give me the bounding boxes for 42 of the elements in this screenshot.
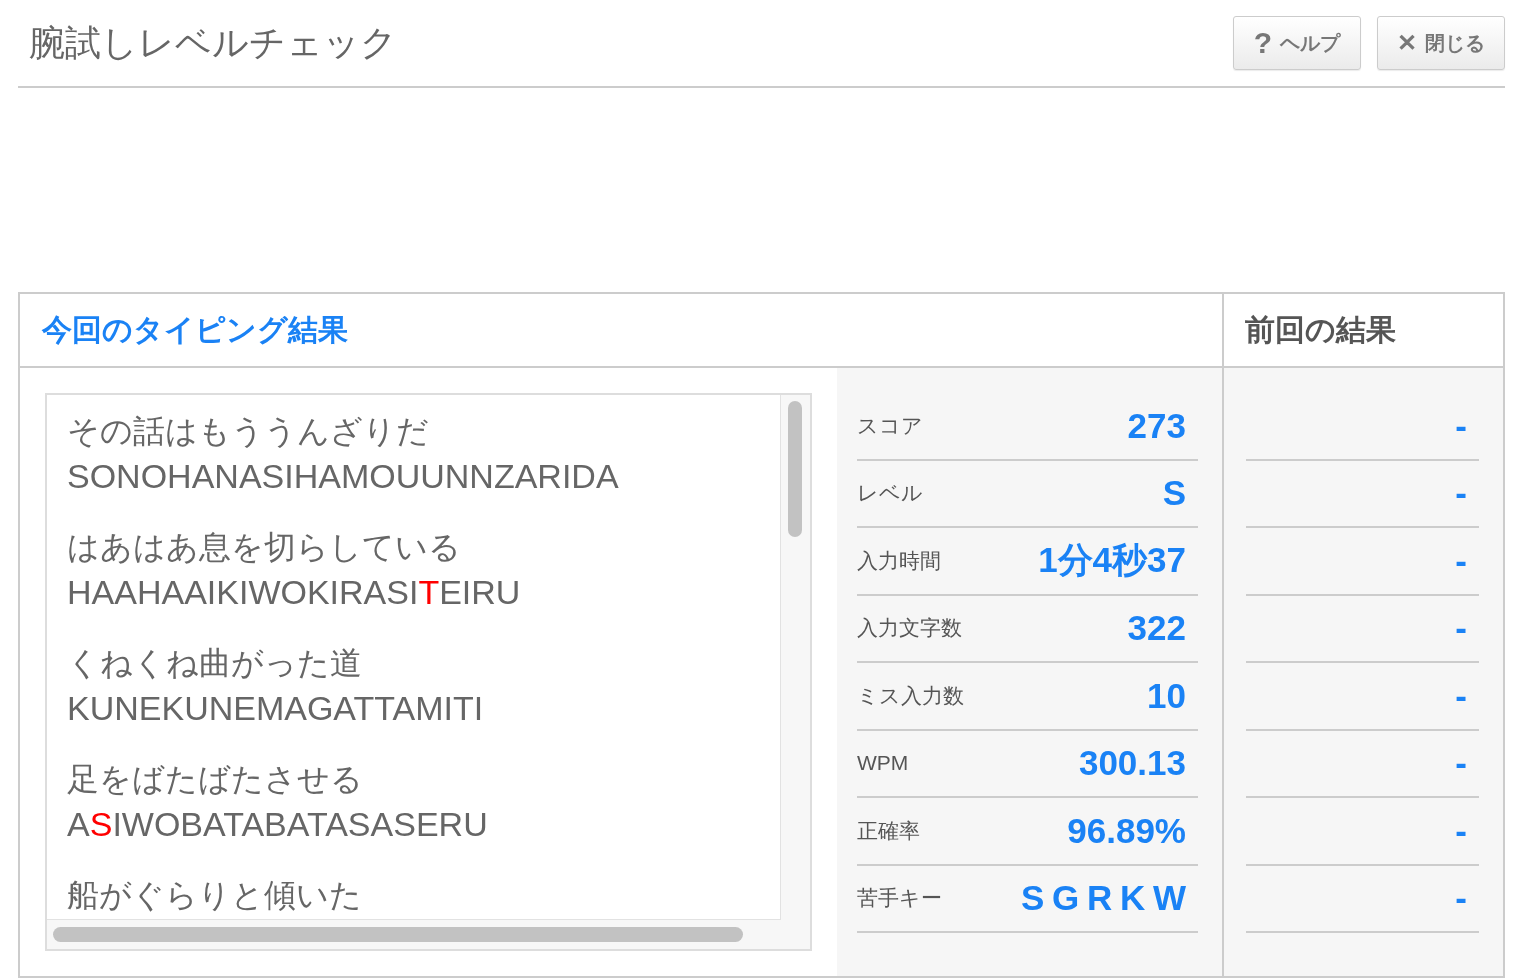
previous-value: - xyxy=(1455,405,1468,446)
stat-label: 正確率 xyxy=(857,817,920,844)
phrase-kana: くねくね曲がった道 xyxy=(67,644,362,683)
phrase-romaji: SONOHANASIHAMOUUNNZARIDA xyxy=(67,456,619,497)
stat-label: 入力文字数 xyxy=(857,615,962,642)
page-title: 腕試しレベルチェック xyxy=(28,20,397,65)
stat-label: ミス入力数 xyxy=(857,682,964,709)
help-button[interactable]: ? ヘルプ xyxy=(1233,16,1361,70)
phrase-romaji: ASIWOBATABATASASERU xyxy=(67,804,488,845)
stat-value: 300.13 xyxy=(1078,743,1187,784)
previous-value: - xyxy=(1455,743,1468,784)
close-icon: ✕ xyxy=(1397,31,1417,55)
stat-value: 96.89% xyxy=(1067,810,1187,851)
stat-value: 322 xyxy=(1127,608,1187,649)
phrase-kana: 足をばたばたさせる xyxy=(67,760,363,799)
stat-label: 入力時間 xyxy=(857,547,941,574)
previous-value: - xyxy=(1455,608,1468,649)
phrase-romaji: HAAHAAIKIWOKIRASITEIRU xyxy=(67,572,521,613)
stat-value: 273 xyxy=(1127,405,1187,446)
previous-results-heading: 前回の結果 xyxy=(1245,311,1396,348)
stat-label: 苦手キー xyxy=(857,885,942,912)
scrollbar-thumb[interactable] xyxy=(788,401,802,537)
stat-value: 1分4秒37 xyxy=(1038,539,1187,582)
phrase-kana: その話はもううんざりだ xyxy=(67,412,429,451)
stat-value: S G R K W xyxy=(1020,878,1187,919)
question-icon: ? xyxy=(1253,28,1273,58)
previous-value: - xyxy=(1455,473,1468,514)
stat-value: S xyxy=(1162,473,1187,514)
phrase-kana: 船がぐらりと傾いた xyxy=(67,876,362,915)
close-button[interactable]: ✕ 閉じる xyxy=(1377,16,1505,70)
current-results-heading: 今回のタイピング結果 xyxy=(42,311,348,348)
stat-label: スコア xyxy=(857,412,923,439)
stat-label: WPM xyxy=(857,751,909,776)
stat-value: 10 xyxy=(1147,675,1187,716)
previous-value: - xyxy=(1455,540,1468,581)
previous-value: - xyxy=(1455,810,1468,851)
previous-value: - xyxy=(1455,675,1468,716)
scrollbar-thumb[interactable] xyxy=(53,927,743,942)
stat-label: レベル xyxy=(857,480,923,507)
previous-value: - xyxy=(1455,878,1468,919)
phrase-romaji: KUNEKUNEMAGATTAMITI xyxy=(67,688,484,729)
phrase-kana: はあはあ息を切らしている xyxy=(67,528,461,567)
